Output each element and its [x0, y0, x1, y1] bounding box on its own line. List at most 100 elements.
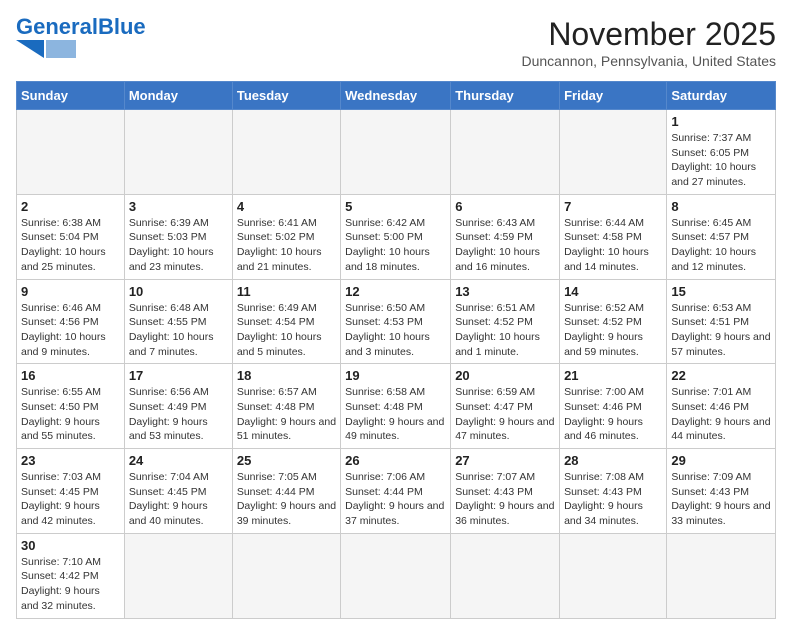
logo-blue: Blue [98, 14, 146, 39]
day-info: Sunrise: 6:51 AM Sunset: 4:52 PM Dayligh… [455, 301, 555, 360]
day-info: Sunrise: 6:42 AM Sunset: 5:00 PM Dayligh… [345, 216, 446, 275]
calendar-cell [560, 110, 667, 195]
day-info: Sunrise: 7:00 AM Sunset: 4:46 PM Dayligh… [564, 385, 662, 444]
calendar-header-tuesday: Tuesday [232, 82, 340, 110]
calendar-cell: 6 Sunrise: 6:43 AM Sunset: 4:59 PM Daylig… [451, 194, 560, 279]
page-header: GeneralBlue November 2025 Duncannon, Pen… [16, 16, 776, 69]
day-number: 12 [345, 284, 446, 299]
calendar-cell: 26 Sunrise: 7:06 AM Sunset: 4:44 PM Dayli… [341, 449, 451, 534]
day-number: 27 [455, 453, 555, 468]
day-info: Sunrise: 6:43 AM Sunset: 4:59 PM Dayligh… [455, 216, 555, 275]
calendar-cell: 22Sunrise: 7:01 AM Sunset: 4:46 PM Dayli… [667, 364, 776, 449]
calendar-header-wednesday: Wednesday [341, 82, 451, 110]
calendar-cell [17, 110, 125, 195]
day-info: Sunrise: 7:10 AM Sunset: 4:42 PM Dayligh… [21, 555, 120, 614]
calendar-cell: 14 Sunrise: 6:52 AM Sunset: 4:52 PM Dayli… [560, 279, 667, 364]
calendar-cell [341, 533, 451, 618]
day-info: Sunrise: 6:44 AM Sunset: 4:58 PM Dayligh… [564, 216, 662, 275]
day-number: 19 [345, 368, 446, 383]
calendar-header-thursday: Thursday [451, 82, 560, 110]
day-number: 29 [671, 453, 771, 468]
calendar-cell: 29 Sunrise: 7:09 AM Sunset: 4:43 PM Dayli… [667, 449, 776, 534]
calendar-cell: 4Sunrise: 6:41 AM Sunset: 5:02 PM Daylig… [232, 194, 340, 279]
day-number: 5 [345, 199, 446, 214]
calendar-cell [451, 533, 560, 618]
day-number: 8 [671, 199, 771, 214]
day-info: Sunrise: 6:55 AM Sunset: 4:50 PM Dayligh… [21, 385, 120, 444]
day-info: Sunrise: 7:06 AM Sunset: 4:44 PM Dayligh… [345, 470, 446, 529]
day-info: Sunrise: 6:59 AM Sunset: 4:47 PM Dayligh… [455, 385, 555, 444]
calendar-cell [667, 533, 776, 618]
calendar-table: SundayMondayTuesdayWednesdayThursdayFrid… [16, 81, 776, 619]
day-number: 22 [671, 368, 771, 383]
day-number: 26 [345, 453, 446, 468]
calendar-week-row: 16 Sunrise: 6:55 AM Sunset: 4:50 PM Dayli… [17, 364, 776, 449]
calendar-cell: 3 Sunrise: 6:39 AM Sunset: 5:03 PM Daylig… [124, 194, 232, 279]
day-info: Sunrise: 7:09 AM Sunset: 4:43 PM Dayligh… [671, 470, 771, 529]
day-number: 13 [455, 284, 555, 299]
calendar-cell: 11Sunrise: 6:49 AM Sunset: 4:54 PM Dayli… [232, 279, 340, 364]
calendar-cell [124, 533, 232, 618]
day-info: Sunrise: 6:46 AM Sunset: 4:56 PM Dayligh… [21, 301, 120, 360]
day-info: Sunrise: 6:56 AM Sunset: 4:49 PM Dayligh… [129, 385, 228, 444]
day-info: Sunrise: 6:48 AM Sunset: 4:55 PM Dayligh… [129, 301, 228, 360]
day-info: Sunrise: 6:49 AM Sunset: 4:54 PM Dayligh… [237, 301, 336, 360]
calendar-cell: 8 Sunrise: 6:45 AM Sunset: 4:57 PM Daylig… [667, 194, 776, 279]
calendar-cell: 20 Sunrise: 6:59 AM Sunset: 4:47 PM Dayli… [451, 364, 560, 449]
day-number: 3 [129, 199, 228, 214]
logo: GeneralBlue [16, 16, 146, 58]
location: Duncannon, Pennsylvania, United States [522, 53, 777, 69]
day-number: 6 [455, 199, 555, 214]
calendar-header-row: SundayMondayTuesdayWednesdayThursdayFrid… [17, 82, 776, 110]
day-info: Sunrise: 6:52 AM Sunset: 4:52 PM Dayligh… [564, 301, 662, 360]
calendar-cell [451, 110, 560, 195]
day-number: 30 [21, 538, 120, 553]
day-info: Sunrise: 7:03 AM Sunset: 4:45 PM Dayligh… [21, 470, 120, 529]
title-area: November 2025 Duncannon, Pennsylvania, U… [522, 16, 777, 69]
day-info: Sunrise: 6:50 AM Sunset: 4:53 PM Dayligh… [345, 301, 446, 360]
day-number: 28 [564, 453, 662, 468]
day-number: 7 [564, 199, 662, 214]
calendar-cell: 1 Sunrise: 7:37 AM Sunset: 6:05 PM Daylig… [667, 110, 776, 195]
day-info: Sunrise: 7:08 AM Sunset: 4:43 PM Dayligh… [564, 470, 662, 529]
day-number: 21 [564, 368, 662, 383]
day-info: Sunrise: 6:57 AM Sunset: 4:48 PM Dayligh… [237, 385, 336, 444]
day-number: 1 [671, 114, 771, 129]
calendar-cell: 24Sunrise: 7:04 AM Sunset: 4:45 PM Dayli… [124, 449, 232, 534]
calendar-cell [341, 110, 451, 195]
calendar-cell: 13 Sunrise: 6:51 AM Sunset: 4:52 PM Dayli… [451, 279, 560, 364]
day-info: Sunrise: 6:39 AM Sunset: 5:03 PM Dayligh… [129, 216, 228, 275]
day-number: 9 [21, 284, 120, 299]
month-title: November 2025 [522, 16, 777, 53]
calendar-header-saturday: Saturday [667, 82, 776, 110]
day-info: Sunrise: 7:05 AM Sunset: 4:44 PM Dayligh… [237, 470, 336, 529]
calendar-cell: 28 Sunrise: 7:08 AM Sunset: 4:43 PM Dayli… [560, 449, 667, 534]
calendar-cell: 21 Sunrise: 7:00 AM Sunset: 4:46 PM Dayli… [560, 364, 667, 449]
calendar-header-monday: Monday [124, 82, 232, 110]
day-number: 17 [129, 368, 228, 383]
day-info: Sunrise: 6:58 AM Sunset: 4:48 PM Dayligh… [345, 385, 446, 444]
day-info: Sunrise: 7:04 AM Sunset: 4:45 PM Dayligh… [129, 470, 228, 529]
day-number: 20 [455, 368, 555, 383]
day-number: 25 [237, 453, 336, 468]
day-number: 23 [21, 453, 120, 468]
calendar-cell: 27Sunrise: 7:07 AM Sunset: 4:43 PM Dayli… [451, 449, 560, 534]
calendar-cell: 19 Sunrise: 6:58 AM Sunset: 4:48 PM Dayli… [341, 364, 451, 449]
day-info: Sunrise: 6:53 AM Sunset: 4:51 PM Dayligh… [671, 301, 771, 360]
calendar-cell: 16 Sunrise: 6:55 AM Sunset: 4:50 PM Dayli… [17, 364, 125, 449]
calendar-cell [232, 533, 340, 618]
day-number: 14 [564, 284, 662, 299]
calendar-cell: 9 Sunrise: 6:46 AM Sunset: 4:56 PM Daylig… [17, 279, 125, 364]
calendar-cell: 18Sunrise: 6:57 AM Sunset: 4:48 PM Dayli… [232, 364, 340, 449]
calendar-cell: 25 Sunrise: 7:05 AM Sunset: 4:44 PM Dayli… [232, 449, 340, 534]
logo-general: General [16, 14, 98, 39]
day-number: 16 [21, 368, 120, 383]
day-info: Sunrise: 6:45 AM Sunset: 4:57 PM Dayligh… [671, 216, 771, 275]
calendar-cell: 30 Sunrise: 7:10 AM Sunset: 4:42 PM Dayli… [17, 533, 125, 618]
calendar-cell: 15Sunrise: 6:53 AM Sunset: 4:51 PM Dayli… [667, 279, 776, 364]
day-number: 4 [237, 199, 336, 214]
day-number: 10 [129, 284, 228, 299]
day-info: Sunrise: 7:37 AM Sunset: 6:05 PM Dayligh… [671, 131, 771, 190]
calendar-cell: 2Sunrise: 6:38 AM Sunset: 5:04 PM Daylig… [17, 194, 125, 279]
logo-icon [16, 40, 76, 58]
